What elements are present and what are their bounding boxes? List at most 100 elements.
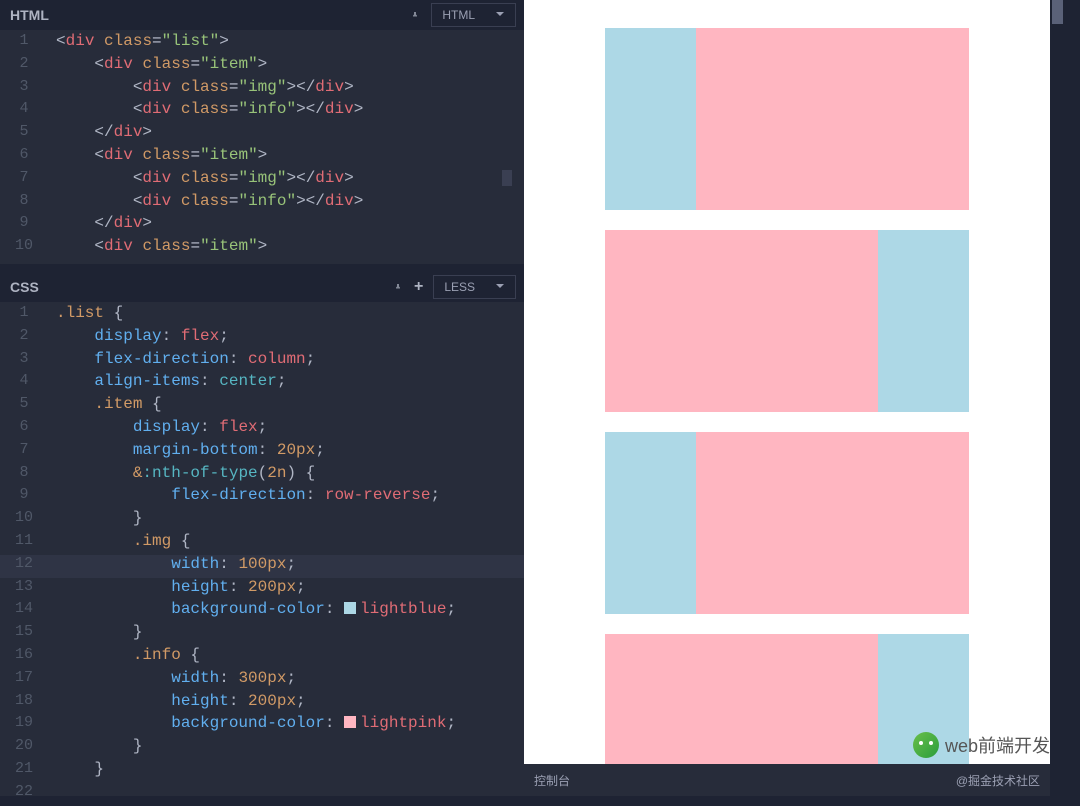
code-content[interactable]: <div class="item"> bbox=[48, 146, 524, 164]
code-content[interactable]: <div class="img"></div> bbox=[48, 169, 524, 187]
code-content[interactable]: flex-direction: column; bbox=[48, 350, 524, 368]
code-line[interactable]: 4 <div class="info"></div> bbox=[0, 100, 524, 123]
code-content[interactable]: display: flex; bbox=[48, 327, 524, 345]
css-language-label: LESS bbox=[444, 280, 475, 294]
preview-info bbox=[605, 634, 878, 764]
code-content[interactable]: flex-direction: row-reverse; bbox=[48, 486, 524, 504]
add-icon[interactable]: + bbox=[414, 279, 423, 295]
code-content[interactable]: <div class="img"></div> bbox=[48, 78, 524, 96]
code-line[interactable]: 19 background-color: lightpink; bbox=[0, 714, 524, 737]
line-number: 15 bbox=[0, 623, 48, 640]
code-content[interactable]: height: 200px; bbox=[48, 578, 524, 596]
code-content[interactable]: } bbox=[48, 737, 524, 755]
code-content[interactable]: .item { bbox=[48, 395, 524, 413]
code-content[interactable]: } bbox=[48, 623, 524, 641]
code-content[interactable]: <div class="item"> bbox=[48, 237, 524, 255]
code-line[interactable]: 8 <div class="info"></div> bbox=[0, 192, 524, 215]
code-line[interactable]: 13 height: 200px; bbox=[0, 578, 524, 601]
html-panel-title: HTML bbox=[10, 7, 49, 23]
code-content[interactable]: } bbox=[48, 760, 524, 778]
line-number: 10 bbox=[0, 237, 48, 254]
code-line[interactable]: 21 } bbox=[0, 760, 524, 783]
css-editor[interactable]: 1.list {2 display: flex;3 flex-direction… bbox=[0, 302, 524, 806]
code-content[interactable]: height: 200px; bbox=[48, 692, 524, 710]
line-number: 1 bbox=[0, 304, 48, 321]
code-content[interactable]: </div> bbox=[48, 123, 524, 141]
line-number: 7 bbox=[0, 169, 48, 186]
chevron-down-icon bbox=[495, 8, 505, 22]
code-line[interactable]: 5 </div> bbox=[0, 123, 524, 146]
code-content[interactable]: .list { bbox=[48, 304, 524, 322]
color-swatch bbox=[344, 602, 356, 614]
scrollbar-thumb[interactable] bbox=[1052, 0, 1063, 24]
code-line[interactable]: 8 &:nth-of-type(2n) { bbox=[0, 464, 524, 487]
code-line[interactable]: 7 margin-bottom: 20px; bbox=[0, 441, 524, 464]
html-pane: HTML HTML 1<div class="list">2 <div clas… bbox=[0, 0, 524, 264]
html-language-label: HTML bbox=[442, 8, 475, 22]
code-content[interactable]: &:nth-of-type(2n) { bbox=[48, 464, 524, 482]
line-number: 18 bbox=[0, 692, 48, 709]
fold-indicator bbox=[502, 170, 512, 186]
code-content[interactable]: width: 100px; bbox=[48, 555, 524, 573]
code-line[interactable]: 18 height: 200px; bbox=[0, 692, 524, 715]
code-content[interactable]: background-color: lightpink; bbox=[48, 714, 524, 732]
preview-img bbox=[605, 432, 696, 614]
code-content[interactable]: <div class="info"></div> bbox=[48, 192, 524, 210]
code-content[interactable]: <div class="item"> bbox=[48, 55, 524, 73]
code-line[interactable]: 11 .img { bbox=[0, 532, 524, 555]
wechat-icon bbox=[913, 732, 939, 758]
code-content[interactable]: } bbox=[48, 509, 524, 527]
line-number: 10 bbox=[0, 509, 48, 526]
code-content[interactable]: background-color: lightblue; bbox=[48, 600, 524, 618]
code-content[interactable]: .info { bbox=[48, 646, 524, 664]
line-number: 2 bbox=[0, 55, 48, 72]
preview-info bbox=[605, 230, 878, 412]
code-line[interactable]: 10 } bbox=[0, 509, 524, 532]
code-content[interactable]: margin-bottom: 20px; bbox=[48, 441, 524, 459]
code-content[interactable]: align-items: center; bbox=[48, 372, 524, 390]
code-line[interactable]: 1<div class="list"> bbox=[0, 32, 524, 55]
code-line[interactable]: 2 <div class="item"> bbox=[0, 55, 524, 78]
code-line[interactable]: 15 } bbox=[0, 623, 524, 646]
line-number: 16 bbox=[0, 646, 48, 663]
line-number: 3 bbox=[0, 78, 48, 95]
code-line[interactable]: 3 flex-direction: column; bbox=[0, 350, 524, 373]
code-line[interactable]: 9 </div> bbox=[0, 214, 524, 237]
code-line[interactable]: 10 <div class="item"> bbox=[0, 237, 524, 260]
preview-info bbox=[696, 432, 969, 614]
preview-item bbox=[605, 230, 969, 412]
code-line[interactable]: 5 .item { bbox=[0, 395, 524, 418]
code-line[interactable]: 14 background-color: lightblue; bbox=[0, 600, 524, 623]
code-line[interactable]: 1.list { bbox=[0, 304, 524, 327]
code-content[interactable]: <div class="info"></div> bbox=[48, 100, 524, 118]
code-line[interactable]: 3 <div class="img"></div> bbox=[0, 78, 524, 101]
css-language-select[interactable]: LESS bbox=[433, 275, 516, 299]
code-line[interactable]: 17 width: 300px; bbox=[0, 669, 524, 692]
preview-scrollbar[interactable] bbox=[1050, 0, 1065, 796]
console-bar[interactable]: 控制台 @掘金技术社区 bbox=[524, 764, 1050, 796]
code-line[interactable]: 7 <div class="img"></div> bbox=[0, 169, 524, 192]
html-language-select[interactable]: HTML bbox=[431, 3, 516, 27]
code-line[interactable]: 22 bbox=[0, 783, 524, 806]
code-content[interactable]: .img { bbox=[48, 532, 524, 550]
code-line[interactable]: 16 .info { bbox=[0, 646, 524, 669]
code-line[interactable]: 4 align-items: center; bbox=[0, 372, 524, 395]
preview-column: 控制台 @掘金技术社区 bbox=[524, 0, 1065, 796]
line-number: 8 bbox=[0, 192, 48, 209]
code-line[interactable]: 9 flex-direction: row-reverse; bbox=[0, 486, 524, 509]
code-content[interactable]: <div class="list"> bbox=[48, 32, 524, 50]
code-line[interactable]: 6 <div class="item"> bbox=[0, 146, 524, 169]
code-line[interactable]: 2 display: flex; bbox=[0, 327, 524, 350]
pin-icon[interactable] bbox=[409, 9, 421, 21]
code-line[interactable]: 6 display: flex; bbox=[0, 418, 524, 441]
code-content[interactable]: </div> bbox=[48, 214, 524, 232]
code-content[interactable]: width: 300px; bbox=[48, 669, 524, 687]
code-content[interactable]: display: flex; bbox=[48, 418, 524, 436]
pin-icon[interactable] bbox=[392, 281, 404, 293]
html-editor[interactable]: 1<div class="list">2 <div class="item">3… bbox=[0, 30, 524, 260]
html-panel-header: HTML HTML bbox=[0, 0, 524, 30]
line-number: 6 bbox=[0, 418, 48, 435]
code-line[interactable]: 20 } bbox=[0, 737, 524, 760]
code-line[interactable]: 12 width: 100px; bbox=[0, 555, 524, 578]
line-number: 9 bbox=[0, 486, 48, 503]
